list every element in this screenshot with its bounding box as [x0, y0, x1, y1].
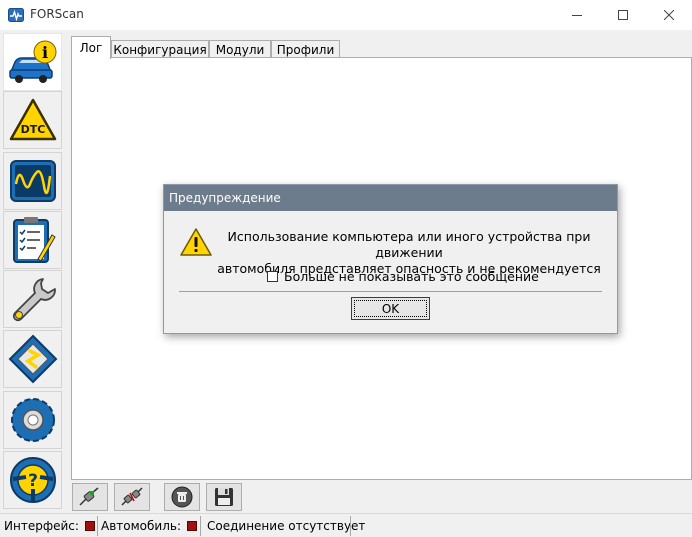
dialog-title: Предупреждение: [164, 185, 617, 211]
clear-log-button[interactable]: [164, 483, 200, 511]
title-bar: FORScan: [0, 0, 692, 30]
sidebar-item-oscilloscope[interactable]: [3, 152, 62, 210]
ok-button[interactable]: OK: [351, 297, 430, 320]
disconnect-icon: [121, 487, 143, 506]
status-divider: [97, 516, 98, 536]
status-interface-label: Интерфейс:: [4, 519, 79, 533]
interface-led-icon: [85, 521, 95, 531]
wrench-icon: [12, 278, 56, 322]
minimize-button[interactable]: [554, 0, 600, 30]
tab-configuration[interactable]: Конфигурация: [111, 40, 209, 58]
connect-button[interactable]: [72, 483, 108, 511]
close-button[interactable]: [646, 0, 692, 30]
maximize-icon: [618, 10, 628, 20]
steering-help-icon: ?: [9, 457, 56, 503]
car-info-icon: i: [8, 40, 56, 83]
sidebar-item-help[interactable]: ?: [3, 451, 62, 509]
dialog-message-line: Использование компьютера или иного устро…: [227, 229, 591, 260]
tab-log[interactable]: Лог: [71, 36, 111, 59]
sidebar-item-dtc[interactable]: DTC: [3, 91, 62, 149]
save-icon: [215, 488, 233, 506]
disconnect-button[interactable]: [114, 483, 150, 511]
vehicle-status-indicator: [187, 516, 197, 536]
interface-status-indicator: [85, 516, 95, 536]
sidebar-item-tests[interactable]: [3, 211, 62, 269]
warning-dialog: Предупреждение Использование компьютера …: [163, 184, 618, 334]
vehicle-led-icon: [187, 521, 197, 531]
bottom-toolbar: [65, 482, 692, 513]
sidebar-item-configuration[interactable]: [3, 330, 62, 388]
sidebar-item-settings[interactable]: [3, 391, 62, 449]
dialog-separator: [179, 291, 602, 292]
tab-profiles[interactable]: Профили: [271, 40, 340, 58]
chip-icon: [8, 334, 57, 384]
close-icon: [664, 10, 674, 20]
forscan-app-icon: [8, 8, 24, 22]
gear-icon: [10, 398, 55, 442]
connect-icon: [79, 487, 99, 506]
status-bar: Интерфейс: Автомобиль: Соединение отсутс…: [0, 513, 692, 537]
status-divider: [350, 516, 351, 536]
sidebar: i DTC ?: [0, 30, 65, 513]
svg-text:i: i: [41, 43, 47, 62]
window-title: FORScan: [30, 7, 84, 21]
sidebar-item-service[interactable]: [3, 270, 62, 328]
clear-log-icon: [171, 486, 193, 508]
status-vehicle-label: Автомобиль:: [101, 519, 181, 533]
oscilloscope-icon: [9, 160, 56, 202]
svg-text:?: ?: [28, 471, 38, 491]
checklist-icon: [12, 217, 56, 263]
checkbox-box[interactable]: [267, 271, 278, 282]
checkbox-label: Больше не показывать это сообщение: [284, 269, 539, 284]
save-log-button[interactable]: [206, 483, 242, 511]
minimize-icon: [572, 15, 582, 16]
warning-icon: [180, 228, 212, 256]
tab-modules[interactable]: Модули: [209, 40, 271, 58]
status-divider: [200, 516, 201, 536]
dtc-warning-icon: DTC: [9, 98, 56, 141]
dont-show-again-checkbox[interactable]: Больше не показывать это сообщение: [267, 269, 539, 284]
connection-status-text: Соединение отсутствует: [207, 519, 366, 533]
sidebar-item-vehicle-info[interactable]: i: [3, 33, 62, 91]
maximize-button[interactable]: [600, 0, 646, 30]
svg-text:DTC: DTC: [20, 123, 45, 136]
